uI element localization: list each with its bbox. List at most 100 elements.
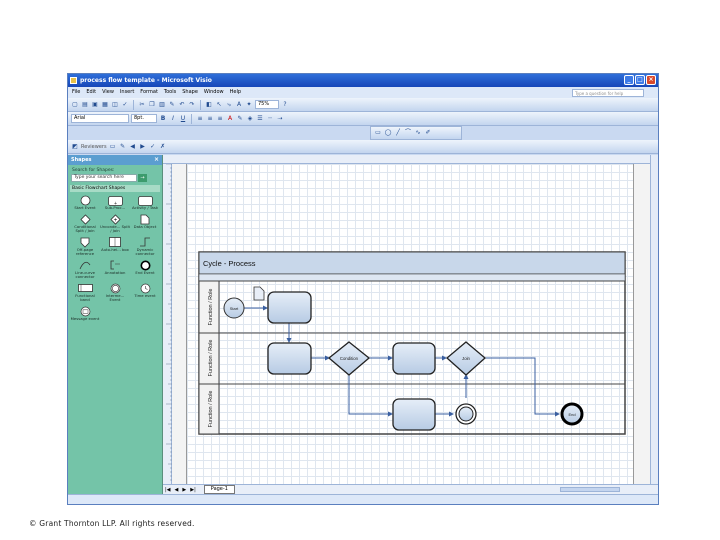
- shapes-icon[interactable]: ◧: [205, 101, 213, 109]
- font-size-select[interactable]: 8pt.: [131, 114, 157, 123]
- shape-auto-height-box[interactable]: Auto-hei... box: [100, 237, 130, 257]
- accept-icon[interactable]: ✓: [149, 143, 157, 151]
- connector-condition-lower-task[interactable]: [348, 375, 393, 417]
- pool-header[interactable]: [198, 251, 626, 275]
- rectangle-tool-icon[interactable]: ▭: [374, 129, 382, 137]
- line-weight-icon[interactable]: ☰: [256, 115, 264, 123]
- freeform-tool-icon[interactable]: ∿: [414, 129, 422, 137]
- close-button[interactable]: ×: [646, 75, 656, 85]
- redo-icon[interactable]: ↷: [188, 101, 196, 109]
- shape-annotation[interactable]: Annotation: [100, 260, 130, 280]
- reject-icon[interactable]: ✗: [159, 143, 167, 151]
- shape-sub-process[interactable]: + Sub-Proc...: [100, 195, 130, 211]
- shape-dynamic-connector[interactable]: Dynamic connector: [130, 237, 160, 257]
- shape-message-event[interactable]: Message event: [70, 306, 100, 322]
- shape-end-event[interactable]: End Event: [130, 260, 160, 280]
- maximize-button[interactable]: □: [635, 75, 645, 85]
- shape-line-curve-connector[interactable]: Line-curve connector: [70, 260, 100, 280]
- drawing-canvas[interactable]: Cycle - Process Function / Role Function…: [172, 164, 652, 484]
- menu-format[interactable]: Format: [140, 87, 158, 98]
- stencil-title[interactable]: Basic Flowchart Shapes: [70, 185, 160, 192]
- first-page-icon[interactable]: |◀: [165, 487, 171, 493]
- menu-help[interactable]: Help: [230, 87, 241, 98]
- swimlane-1[interactable]: [198, 280, 626, 334]
- shape-intermediate-event[interactable]: Interme... Event: [100, 283, 130, 303]
- data-object[interactable]: [253, 286, 265, 301]
- vertical-scrollbar[interactable]: [650, 155, 658, 484]
- shape-functional-band[interactable]: Functional band: [70, 283, 100, 303]
- drawing-page[interactable]: Cycle - Process Function / Role Function…: [186, 164, 634, 484]
- paste-icon[interactable]: ▥: [158, 101, 166, 109]
- shape-conditional-split[interactable]: Conditional Split / Join: [70, 213, 100, 234]
- horizontal-scrollbar[interactable]: [560, 487, 620, 492]
- arc-tool-icon[interactable]: ⌒: [404, 129, 412, 137]
- save-icon[interactable]: ▣: [91, 101, 99, 109]
- menu-file[interactable]: File: [72, 87, 80, 98]
- connector-icon[interactable]: ⤷: [225, 101, 233, 109]
- cut-icon[interactable]: ✂: [138, 101, 146, 109]
- italic-icon[interactable]: I: [169, 115, 177, 123]
- align-left-icon[interactable]: ≡: [196, 115, 204, 123]
- align-right-icon[interactable]: ≡: [216, 115, 224, 123]
- menu-view[interactable]: View: [102, 87, 114, 98]
- search-go-button[interactable]: →: [138, 174, 147, 182]
- shape-data-object[interactable]: Data Object: [130, 214, 160, 234]
- help-search-input[interactable]: Type a question for help: [572, 89, 644, 97]
- task-1[interactable]: [267, 291, 312, 324]
- svg-text:+: +: [113, 217, 117, 223]
- fill-color-icon[interactable]: ◈: [246, 115, 254, 123]
- pointer-icon[interactable]: ↖: [215, 101, 223, 109]
- spelling-icon[interactable]: ✓: [121, 101, 129, 109]
- next-markup-icon[interactable]: ▶: [139, 143, 147, 151]
- align-center-icon[interactable]: ≡: [206, 115, 214, 123]
- panel-close-icon[interactable]: ×: [154, 155, 159, 165]
- markup-icon[interactable]: ✎: [119, 143, 127, 151]
- shape-start-event[interactable]: Start Event: [70, 195, 100, 211]
- tab-page-1[interactable]: Page-1: [203, 485, 235, 494]
- task-3[interactable]: [392, 342, 436, 375]
- menu-tools[interactable]: Tools: [164, 87, 176, 98]
- prev-page-icon[interactable]: ◀: [175, 487, 179, 493]
- shape-time-event[interactable]: Time event: [130, 283, 160, 303]
- undo-icon[interactable]: ↶: [178, 101, 186, 109]
- copy-icon[interactable]: ❐: [148, 101, 156, 109]
- pencil-tool-icon[interactable]: ✐: [424, 129, 432, 137]
- line-pattern-icon[interactable]: ┄: [266, 115, 274, 123]
- line-ends-icon[interactable]: ⇢: [276, 115, 284, 123]
- menu-shape[interactable]: Shape: [182, 87, 198, 98]
- shape-activity-task[interactable]: Activity / Task: [130, 195, 160, 211]
- minimize-button[interactable]: _: [624, 75, 634, 85]
- preview-icon[interactable]: ◫: [111, 101, 119, 109]
- shape-unconditional-split[interactable]: + Unconde... Split / Join: [100, 213, 130, 234]
- stamp-icon[interactable]: ✦: [245, 101, 253, 109]
- menu-insert[interactable]: Insert: [120, 87, 134, 98]
- task-2[interactable]: [267, 342, 312, 375]
- help-icon[interactable]: ?: [281, 101, 289, 109]
- last-page-icon[interactable]: ▶|: [190, 487, 196, 493]
- reviewing-icon[interactable]: ◩: [71, 143, 79, 151]
- shape-search-input[interactable]: Type your search here: [71, 174, 137, 182]
- visio-app-icon: [70, 77, 77, 84]
- format-painter-icon[interactable]: ✎: [168, 101, 176, 109]
- underline-icon[interactable]: U: [179, 115, 187, 123]
- bold-icon[interactable]: B: [159, 115, 167, 123]
- comment-icon[interactable]: ▭: [109, 143, 117, 151]
- open-icon[interactable]: ▤: [81, 101, 89, 109]
- font-color-icon[interactable]: A: [226, 115, 234, 123]
- connector-join-end[interactable]: [485, 357, 560, 417]
- font-select[interactable]: Arial: [71, 114, 129, 123]
- zoom-select[interactable]: 75%: [255, 100, 279, 109]
- reviewers-label[interactable]: Reviewers: [81, 144, 107, 150]
- menu-edit[interactable]: Edit: [86, 87, 96, 98]
- line-tool-icon[interactable]: ╱: [394, 129, 402, 137]
- new-icon[interactable]: ▢: [71, 101, 79, 109]
- print-icon[interactable]: ▦: [101, 101, 109, 109]
- shape-off-page-reference[interactable]: Off-page reference: [70, 237, 100, 257]
- next-page-icon[interactable]: ▶: [182, 487, 186, 493]
- menu-window[interactable]: Window: [204, 87, 224, 98]
- prev-markup-icon[interactable]: ◀: [129, 143, 137, 151]
- line-color-icon[interactable]: ✎: [236, 115, 244, 123]
- text-tool-icon[interactable]: A: [235, 101, 243, 109]
- ellipse-tool-icon[interactable]: ◯: [384, 129, 392, 137]
- task-4[interactable]: [392, 398, 436, 431]
